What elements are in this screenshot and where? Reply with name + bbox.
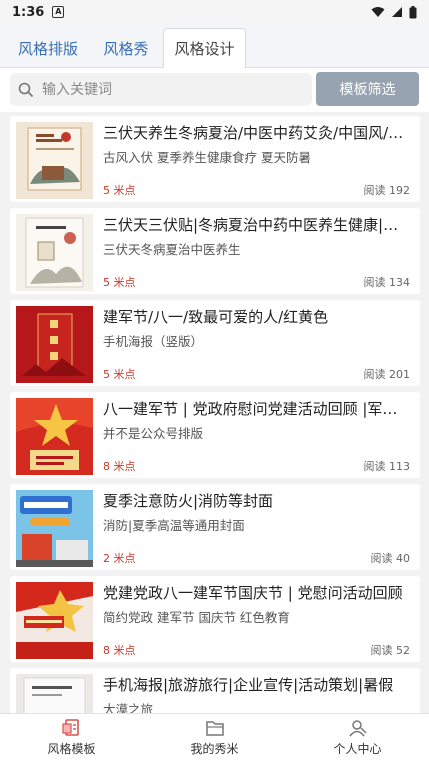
thumbnail: [16, 306, 93, 383]
signal-icon: [392, 7, 402, 17]
item-title: 建军节/八一/致最可爱的人/红黄色: [103, 308, 329, 326]
thumbnail: [16, 398, 93, 475]
search-row: 模板筛选: [0, 68, 429, 112]
search-icon: [18, 82, 34, 97]
template-icon: [61, 719, 79, 736]
tab-style-layout[interactable]: 风格排版: [8, 28, 88, 68]
nav-my-xiumi[interactable]: 我的秀米: [143, 714, 286, 762]
tab-bar: 风格排版 风格秀 风格设计: [0, 24, 429, 68]
item-reads: 阅读 40: [370, 552, 411, 565]
search-input[interactable]: [42, 81, 292, 98]
item-subtitle: 并不是公众号排版: [103, 426, 204, 441]
nav-style-templates[interactable]: 风格模板: [0, 714, 143, 762]
nav-label: 个人中心: [333, 742, 382, 756]
item-title: 党建党政八一建军节国庆节 | 党慰问活动回顾: [103, 584, 403, 602]
tab-style-design[interactable]: 风格设计: [163, 28, 246, 68]
item-subtitle: 三伏天冬病夏治中医养生: [103, 242, 241, 257]
item-reads: 阅读 134: [363, 276, 411, 289]
list-item[interactable]: 夏季注意防火|消防等封面 消防|夏季高温等通用封面 2 米点 阅读 40: [10, 484, 420, 570]
item-subtitle: 手机海报（竖版）: [103, 334, 204, 349]
item-points: 5 米点: [103, 184, 136, 197]
thumbnail: [16, 490, 93, 567]
list-item[interactable]: 三伏天养生冬病夏治/中医中药艾灸/中国风/节日 古风入伏 夏季养生健康食疗 夏天…: [10, 116, 420, 202]
list-item[interactable]: 八一建军节 | 党政府慰问党建活动回顾 |军旅风 并不是公众号排版 8 米点 阅…: [10, 392, 420, 478]
item-title: 手机海报|旅游旅行|企业宣传|活动策划|暑假: [103, 676, 394, 694]
list-item[interactable]: 党建党政八一建军节国庆节 | 党慰问活动回顾 简约党政 建军节 国庆节 红色教育…: [10, 576, 420, 662]
thumbnail: [16, 674, 93, 713]
user-icon: [348, 720, 367, 737]
list-item[interactable]: 三伏天三伏贴|冬病夏治中药中医养生健康|中国风 三伏天冬病夏治中医养生 5 米点…: [10, 208, 420, 294]
item-reads: 阅读 52: [370, 644, 411, 657]
status-bar: 1:36 A: [0, 0, 429, 24]
battery-icon: [409, 5, 417, 18]
item-subtitle: 大漠之旅: [103, 702, 154, 713]
item-title: 三伏天养生冬病夏治/中医中药艾灸/中国风/节日: [103, 124, 411, 142]
nav-label: 我的秀米: [190, 742, 239, 756]
item-title: 八一建军节 | 党政府慰问党建活动回顾 |军旅风: [103, 400, 411, 418]
template-filter-button[interactable]: 模板筛选: [316, 72, 419, 106]
nav-profile[interactable]: 个人中心: [286, 714, 429, 762]
list-item[interactable]: 手机海报|旅游旅行|企业宣传|活动策划|暑假 大漠之旅: [10, 668, 420, 713]
item-points: 5 米点: [103, 368, 136, 381]
folder-icon: [205, 721, 224, 736]
list-item[interactable]: 建军节/八一/致最可爱的人/红黄色 手机海报（竖版） 5 米点 阅读 201: [10, 300, 420, 386]
item-points: 5 米点: [103, 276, 136, 289]
item-title: 夏季注意防火|消防等封面: [103, 492, 274, 510]
item-subtitle: 古风入伏 夏季养生健康食疗 夏天防暑: [103, 150, 311, 165]
item-points: 8 米点: [103, 644, 136, 657]
template-list: 三伏天养生冬病夏治/中医中药艾灸/中国风/节日 古风入伏 夏季养生健康食疗 夏天…: [0, 112, 429, 713]
thumbnail: [16, 214, 93, 291]
item-reads: 阅读 201: [363, 368, 411, 381]
notification-icon: A: [52, 6, 65, 18]
item-points: 2 米点: [103, 552, 136, 565]
thumbnail: [16, 582, 93, 659]
item-title: 三伏天三伏贴|冬病夏治中药中医养生健康|中国风: [103, 216, 411, 234]
wifi-icon: [371, 7, 385, 17]
nav-label: 风格模板: [47, 742, 96, 756]
tab-style-show[interactable]: 风格秀: [90, 28, 162, 68]
status-time: 1:36: [12, 4, 45, 20]
item-reads: 阅读 192: [363, 184, 411, 197]
item-reads: 阅读 113: [363, 460, 411, 473]
item-subtitle: 消防|夏季高温等通用封面: [103, 518, 245, 533]
search-box: [10, 73, 312, 106]
item-points: 8 米点: [103, 460, 136, 473]
thumbnail: [16, 122, 93, 199]
item-subtitle: 简约党政 建军节 国庆节 红色教育: [103, 610, 290, 625]
status-icons: [371, 5, 417, 19]
bottom-nav: 风格模板 我的秀米 个人中心: [0, 713, 429, 762]
